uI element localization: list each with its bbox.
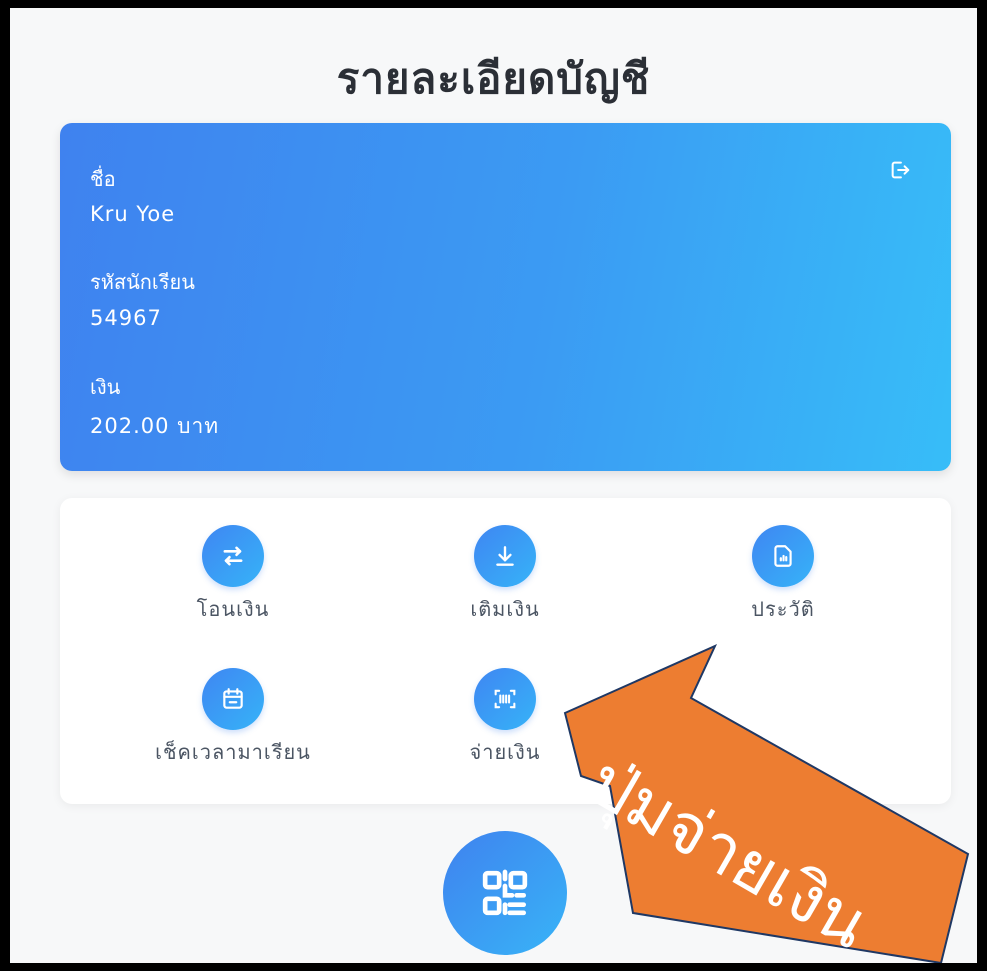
menu-label-pay: จ่ายเงิน bbox=[469, 740, 541, 764]
app-frame: รายละเอียดบัญชี ชื่อ Kru Yoe รหัสนักเรีย… bbox=[10, 8, 977, 963]
qr-code-icon bbox=[482, 869, 528, 916]
menu-label-history: ประวัติ bbox=[751, 597, 815, 621]
menu-label-transfer: โอนเงิน bbox=[196, 597, 270, 621]
name-label: ชื่อ bbox=[90, 167, 116, 191]
qr-scan-button[interactable] bbox=[443, 831, 567, 955]
logout-icon[interactable] bbox=[889, 159, 911, 181]
report-icon bbox=[752, 525, 814, 587]
menu-label-topup: เติมเงิน bbox=[470, 597, 540, 621]
menu-item-history[interactable]: ประวัติ bbox=[663, 525, 903, 625]
menu-label-attendance: เช็คเวลามาเรียน bbox=[155, 740, 311, 764]
menu-card: โอนเงิน เติมเงิน ประวัติ เช็คเวลามาเรียน… bbox=[60, 498, 951, 804]
download-icon bbox=[474, 525, 536, 587]
balance-value: 202.00 บาท bbox=[90, 414, 220, 438]
student-id-value: 54967 bbox=[90, 306, 162, 330]
menu-item-pay[interactable]: จ่ายเงิน bbox=[385, 668, 625, 768]
name-value: Kru Yoe bbox=[90, 202, 176, 226]
barcode-scan-icon bbox=[474, 668, 536, 730]
page-title: รายละเอียดบัญชี bbox=[336, 54, 651, 103]
menu-item-topup[interactable]: เติมเงิน bbox=[385, 525, 625, 625]
menu-item-attendance[interactable]: เช็คเวลามาเรียน bbox=[113, 668, 353, 768]
transfer-icon bbox=[202, 525, 264, 587]
menu-item-transfer[interactable]: โอนเงิน bbox=[113, 525, 353, 625]
account-card: ชื่อ Kru Yoe รหัสนักเรียน 54967 เงิน 202… bbox=[60, 123, 951, 471]
calendar-icon bbox=[202, 668, 264, 730]
balance-label: เงิน bbox=[90, 375, 121, 399]
student-id-label: รหัสนักเรียน bbox=[90, 270, 195, 294]
